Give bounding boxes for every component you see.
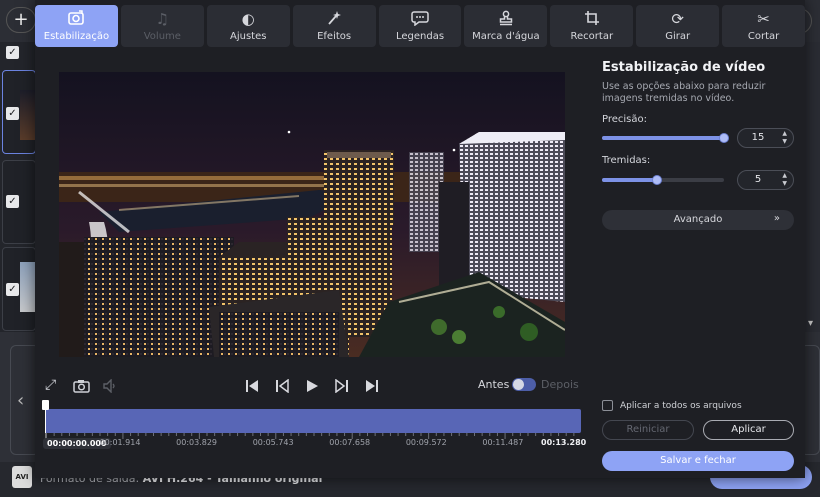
- precision-stepper[interactable]: 15 ▲ ▼: [737, 128, 794, 148]
- chevron-down-icon[interactable]: ▾: [808, 318, 813, 329]
- tab-subtitles[interactable]: Legendas: [378, 5, 462, 47]
- precision-slider[interactable]: [602, 133, 729, 143]
- file-checkbox[interactable]: ✓: [6, 195, 19, 208]
- previous-frame-icon[interactable]: [275, 372, 289, 398]
- player-controls: ⤢ Antes Depois: [35, 372, 595, 398]
- stepper-arrows-icon[interactable]: ▲ ▼: [782, 130, 787, 146]
- toggle-knob: [513, 379, 524, 390]
- timeline-timestamp: 00:05.743: [252, 438, 294, 447]
- file-thumbnail: [20, 262, 36, 312]
- panel-description: Use as opções abaixo para reduzir imagen…: [602, 81, 766, 104]
- avi-format-icon: AVI: [12, 466, 32, 488]
- crop-icon: [584, 10, 600, 28]
- apply-to-all-label: Aplicar a todos os arquivos: [620, 401, 742, 411]
- tab-label: Volume: [143, 31, 181, 42]
- tremor-stepper[interactable]: 5 ▲ ▼: [737, 170, 794, 190]
- tab-label: Legendas: [395, 31, 445, 42]
- panel-title: Estabilização de vídeo: [602, 60, 766, 75]
- tab-trim[interactable]: ✂ Cortar: [722, 5, 806, 47]
- music-note-icon: ♫: [155, 10, 170, 28]
- chevron-left-icon: ‹: [17, 390, 25, 411]
- tab-effects[interactable]: Efeitos: [292, 5, 376, 47]
- file-checkbox[interactable]: ✓: [6, 107, 19, 120]
- timeline-track[interactable]: [45, 409, 581, 433]
- timeline-timestamp: 00:11.487: [482, 438, 524, 447]
- tab-label: Estabilização: [43, 31, 110, 42]
- tremor-slider-thumb[interactable]: [651, 175, 662, 185]
- tab-label: Recortar: [570, 31, 614, 42]
- add-file-button[interactable]: +: [6, 7, 36, 33]
- snapshot-camera-icon[interactable]: [73, 372, 90, 398]
- precision-slider-fill: [602, 136, 724, 140]
- after-label: Depois: [541, 378, 579, 391]
- file-thumbnail: [20, 90, 36, 140]
- before-after-toggle[interactable]: [512, 378, 536, 391]
- precision-slider-thumb[interactable]: [719, 133, 729, 143]
- scissors-icon: ✂: [757, 10, 770, 28]
- next-frame-icon[interactable]: [335, 372, 349, 398]
- apply-button[interactable]: Aplicar: [703, 420, 794, 440]
- timeline-timestamp: 00:03.829: [176, 438, 218, 447]
- tab-label: Girar: [665, 31, 691, 42]
- play-icon[interactable]: [306, 372, 319, 398]
- select-all-checkbox[interactable]: ✓: [6, 46, 19, 59]
- tab-rotate[interactable]: ⟳ Girar: [636, 5, 720, 47]
- magic-wand-icon: [326, 10, 342, 28]
- fullscreen-icon[interactable]: ⤢: [45, 372, 56, 398]
- tremor-label: Tremidas:: [602, 155, 651, 166]
- advanced-label: Avançado: [673, 214, 723, 225]
- editor-tabs: Estabilização ♫ Volume ◐ Ajustes Efeitos…: [35, 5, 806, 49]
- precision-value: 15: [751, 132, 765, 143]
- rotate-icon: ⟳: [671, 10, 684, 28]
- timeline-timestamp: 00:09.572: [405, 438, 447, 447]
- reset-button[interactable]: Reiniciar: [602, 420, 694, 440]
- contrast-icon: ◐: [241, 10, 255, 28]
- tab-crop[interactable]: Recortar: [550, 5, 634, 47]
- stepper-arrows-icon[interactable]: ▲ ▼: [782, 172, 787, 188]
- editor-dialog: Estabilização ♫ Volume ◐ Ajustes Efeitos…: [35, 0, 806, 478]
- tab-stabilization[interactable]: Estabilização: [35, 5, 118, 47]
- timeline-timestamp: 00:01.914: [99, 438, 141, 447]
- tremor-slider[interactable]: [602, 175, 724, 185]
- stabilize-icon: [67, 10, 85, 28]
- tab-adjustments[interactable]: ◐ Ajustes: [206, 5, 290, 47]
- stabilization-panel: Estabilização de vídeo Use as opções aba…: [602, 60, 794, 471]
- tab-volume[interactable]: ♫ Volume: [120, 5, 204, 47]
- video-preview[interactable]: [59, 72, 565, 357]
- timeline-timestamp: 00:07.658: [329, 438, 371, 447]
- tab-label: Cortar: [747, 31, 780, 42]
- city-night-frame: [59, 72, 565, 357]
- timeline-timestamp: 00:13.280: [541, 438, 587, 447]
- skip-to-start-icon[interactable]: [245, 372, 259, 398]
- double-chevron-down-icon: »: [773, 213, 780, 224]
- precision-label: Precisão:: [602, 114, 647, 125]
- speech-bubble-icon: [411, 10, 429, 28]
- timeline-timestamps: 00:00:00.000 00:01.914 00:03.829 00:05.743 0…: [35, 438, 595, 452]
- apply-to-all-checkbox[interactable]: [602, 400, 613, 411]
- tremor-value: 5: [754, 174, 762, 185]
- tab-label: Efeitos: [317, 31, 352, 42]
- advanced-dropdown[interactable]: Avançado »: [602, 210, 794, 230]
- tab-label: Marca d'água: [472, 31, 540, 42]
- tab-watermark[interactable]: Marca d'água: [464, 5, 548, 47]
- file-checkbox[interactable]: ✓: [6, 283, 19, 296]
- before-label: Antes: [478, 378, 510, 391]
- volume-icon[interactable]: [103, 372, 117, 398]
- stamp-icon: [498, 10, 514, 28]
- tab-label: Ajustes: [230, 31, 267, 42]
- skip-to-end-icon[interactable]: [365, 372, 379, 398]
- save-and-close-button[interactable]: Salvar e fechar: [602, 451, 794, 471]
- tremor-slider-fill: [602, 178, 657, 182]
